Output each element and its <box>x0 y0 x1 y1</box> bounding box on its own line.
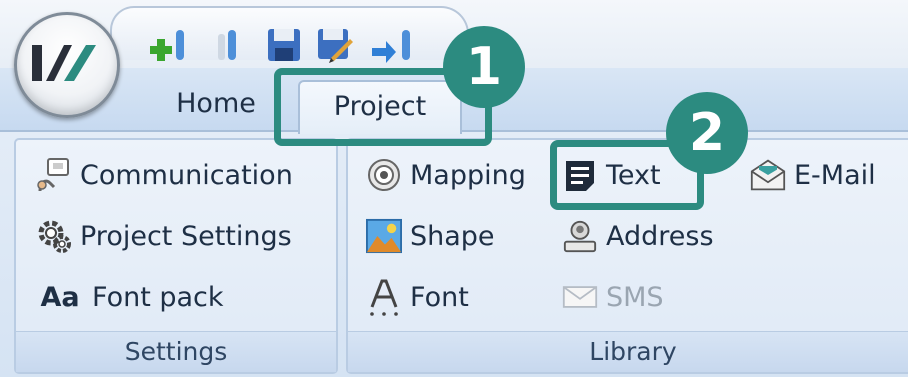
font-icon <box>366 279 402 316</box>
email-label: E-Mail <box>794 159 876 191</box>
project-settings-label: Project Settings <box>80 220 292 252</box>
sms-label: SMS <box>606 281 664 313</box>
library-group-label: Library <box>348 331 908 372</box>
callout-badge-1: 1 <box>443 26 525 108</box>
save-all-icon[interactable] <box>317 28 353 68</box>
mapping-label: Mapping <box>410 159 526 191</box>
email-button[interactable]: E-Mail <box>750 152 876 198</box>
add-icon[interactable] <box>150 28 190 68</box>
settings-group-label: Settings <box>16 331 336 372</box>
sms-button[interactable]: SMS <box>562 274 664 320</box>
font-pack-icon: Aa <box>40 281 80 313</box>
project-settings-button[interactable]: Project Settings <box>36 213 292 259</box>
sms-icon <box>562 279 598 315</box>
tab-home[interactable]: Home <box>160 76 272 131</box>
envelope-icon <box>750 157 786 193</box>
mapping-icon <box>366 157 402 193</box>
font-label: Font <box>410 281 469 313</box>
address-icon <box>562 218 598 254</box>
address-label: Address <box>606 220 714 252</box>
shape-button[interactable]: Shape <box>366 213 495 259</box>
shape-label: Shape <box>410 220 495 252</box>
font-button[interactable]: Font <box>366 274 469 320</box>
font-pack-button[interactable]: Aa Font pack <box>36 274 224 320</box>
callout-badge-2: 2 <box>666 92 748 174</box>
communication-button[interactable]: Communication <box>36 152 293 198</box>
gear-icon <box>36 218 72 254</box>
save-icon[interactable] <box>267 28 301 66</box>
communication-label: Communication <box>80 159 293 191</box>
quick-access-toolbar <box>110 6 469 63</box>
communication-icon <box>36 157 72 193</box>
download-icon[interactable] <box>372 28 418 68</box>
app-menu-button[interactable] <box>14 12 120 118</box>
image-icon <box>366 218 402 254</box>
app-logo <box>32 45 96 81</box>
new-icon[interactable] <box>212 28 242 68</box>
address-button[interactable]: Address <box>562 213 714 259</box>
mapping-button[interactable]: Mapping <box>366 152 526 198</box>
font-pack-label: Font pack <box>92 281 224 313</box>
